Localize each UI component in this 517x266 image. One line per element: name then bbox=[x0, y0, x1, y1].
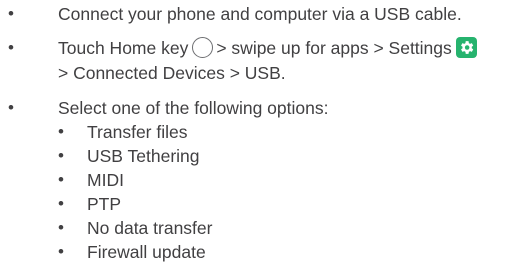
option-firewall-update: Firewall update bbox=[87, 242, 206, 262]
settings-icon bbox=[455, 37, 477, 58]
sub-bullet-marker: • bbox=[58, 218, 64, 237]
bullet-marker: • bbox=[8, 38, 14, 57]
bullet-marker: • bbox=[8, 4, 14, 23]
step-open-settings: Touch Home key > swipe up for apps > Sett… bbox=[58, 37, 477, 59]
bullet-marker: • bbox=[8, 98, 14, 117]
usb-instructions: • Connect your phone and computer via a … bbox=[0, 0, 517, 266]
sub-bullet-marker: • bbox=[58, 170, 64, 189]
sub-bullet-marker: • bbox=[58, 122, 64, 141]
option-transfer-files: Transfer files bbox=[87, 122, 188, 142]
sub-bullet-marker: • bbox=[58, 194, 64, 213]
sub-bullet-marker: • bbox=[58, 146, 64, 165]
step-select-option: Select one of the following options: bbox=[58, 98, 329, 118]
option-midi: MIDI bbox=[87, 170, 124, 190]
option-usb-tethering: USB Tethering bbox=[87, 146, 200, 166]
home-key-icon bbox=[192, 37, 214, 58]
option-ptp: PTP bbox=[87, 194, 122, 214]
step-open-settings-continued: > Connected Devices > USB. bbox=[58, 63, 286, 83]
step-connect-cable: Connect your phone and computer via a US… bbox=[58, 4, 462, 24]
sub-bullet-marker: • bbox=[58, 242, 64, 261]
option-no-data-transfer: No data transfer bbox=[87, 218, 213, 238]
step-open-settings-text-1: Touch Home key bbox=[58, 38, 189, 58]
step-open-settings-text-2: > swipe up for apps > Settings bbox=[216, 38, 452, 58]
